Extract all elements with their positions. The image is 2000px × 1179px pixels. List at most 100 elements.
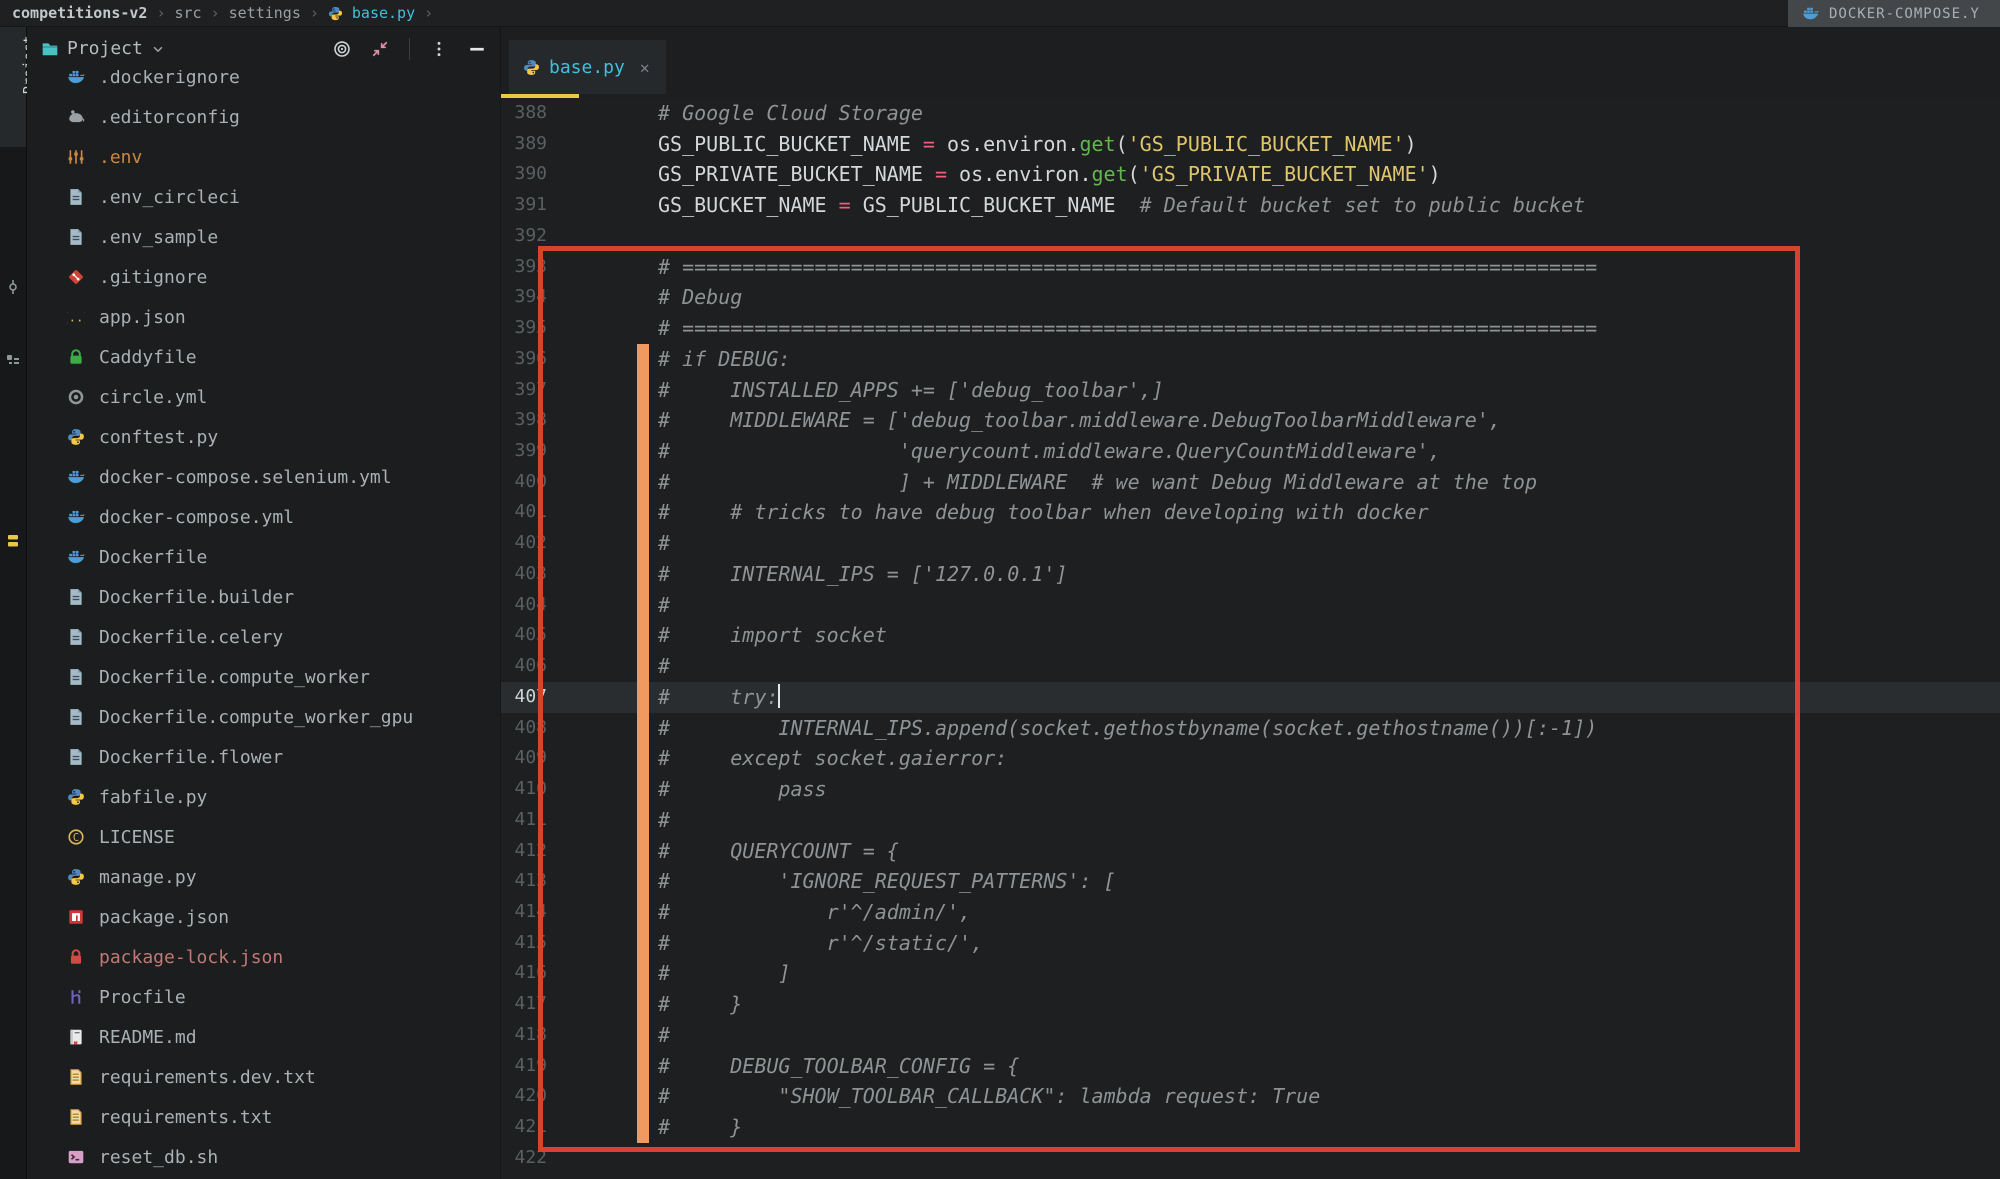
breadcrumb-item[interactable]: src [175,4,202,22]
tree-item--env[interactable]: .env [27,137,500,177]
tree-item-requirements-txt[interactable]: requirements.txt [27,1097,500,1137]
shell-icon [67,1148,85,1166]
code-line-421: 421# } [501,1112,2000,1143]
tree-item-package-lock-json[interactable]: package-lock.json [27,937,500,977]
code-text: # Google Cloud Storage [658,98,923,129]
stripe-item-structure[interactable]: Structure [0,407,26,527]
code-text: # QUERYCOUNT = { [658,836,899,867]
code-text: GS_PUBLIC_BUCKET_NAME = os.environ.get('… [658,129,1417,160]
tree-item-license[interactable]: CLICENSE [27,817,500,857]
code-line-402: 402# [501,528,2000,559]
tree-item-dockerfile[interactable]: Dockerfile [27,537,500,577]
tree-item-package-json[interactable]: package.json [27,897,500,937]
tree-item-app-json[interactable]: {..}app.json [27,297,500,337]
code-area[interactable]: 388# Google Cloud Storage389GS_PUBLIC_BU… [501,98,2000,1179]
breadcrumb-item[interactable]: base.py [352,4,415,22]
tree-item-label: docker-compose.yml [99,507,294,528]
code-line-393: 393# ===================================… [501,252,2000,283]
hide-panel-icon[interactable] [468,40,486,58]
docker-icon [67,548,85,566]
tree-item-dockerfile-celery[interactable]: Dockerfile.celery [27,617,500,657]
tree-item-manage-py[interactable]: manage.py [27,857,500,897]
textfile-icon [67,188,85,206]
textfile-icon [67,588,85,606]
locate-file-icon[interactable] [333,40,351,58]
code-line-388: 388# Google Cloud Storage [501,98,2000,129]
tree-item-dockerfile-compute-worker[interactable]: Dockerfile.compute_worker [27,657,500,697]
code-line-401: 401# # tricks to have debug toolbar when… [501,497,2000,528]
code-line-405: 405# import socket [501,620,2000,651]
docker-icon [67,468,85,486]
code-text: GS_PRIVATE_BUCKET_NAME = os.environ.get(… [658,159,1441,190]
header-divider [409,38,410,60]
breadcrumb-item[interactable]: competitions-v2 [12,4,147,22]
code-text: # "SHOW_TOOLBAR_CALLBACK": lambda reques… [658,1081,1320,1112]
code-line-397: 397# INSTALLED_APPS += ['debug_toolbar',… [501,375,2000,406]
line-number: 421 [501,1112,547,1143]
stripe-item-project[interactable]: Project [0,57,26,167]
line-number: 399 [501,436,547,467]
code-text: # MIDDLEWARE = ['debug_toolbar.middlewar… [658,405,1501,436]
code-text: # [658,590,670,621]
reqtxt-icon [67,1108,85,1126]
tree-item-label: Dockerfile [99,547,207,568]
code-line-417: 417 # } [501,989,2000,1020]
heroku-icon [67,988,85,1006]
code-line-389: 389GS_PUBLIC_BUCKET_NAME = os.environ.ge… [501,129,2000,160]
line-number: 400 [501,467,547,498]
close-tab-icon[interactable]: ✕ [640,58,650,77]
tree-item-conftest-py[interactable]: conftest.py [27,417,500,457]
line-number: 417 [501,989,547,1020]
bookmarks-icon[interactable] [5,533,21,549]
tree-item-circle-yml[interactable]: circle.yml [27,377,500,417]
more-options-icon[interactable] [430,40,448,58]
tree-item-label: LICENSE [99,827,175,848]
structure-icon[interactable] [5,353,21,369]
line-number: 394 [501,282,547,313]
textfile-icon [67,228,85,246]
breadcrumb-item[interactable]: settings [229,4,301,22]
code-text: # r'^/admin/', [658,897,971,928]
tree-item-fabfile-py[interactable]: fabfile.py [27,777,500,817]
python-icon [523,59,540,76]
tree-item-label: Dockerfile.compute_worker [99,667,370,688]
run-config-label: DOCKER-COMPOSE.Y [1829,6,1980,22]
code-text: # } [658,989,742,1020]
line-number: 416 [501,958,547,989]
tree-item-label: requirements.dev.txt [99,1067,316,1088]
tab-base-py[interactable]: base.py ✕ [509,40,666,94]
tree-item--editorconfig[interactable]: .editorconfig [27,97,500,137]
code-text: # except socket.gaierror: [658,743,1007,774]
line-number: 392 [501,221,547,252]
project-folder-icon [41,40,59,58]
tree-item-readme-md[interactable]: README.md [27,1017,500,1057]
tree-item-label: .editorconfig [99,107,240,128]
breadcrumb-separator: › [156,4,165,22]
tree-item-label: .gitignore [99,267,207,288]
tree-item-reset-db-sh[interactable]: reset_db.sh [27,1137,500,1177]
tree-item-label: docker-compose.selenium.yml [99,467,392,488]
tree-item--env-sample[interactable]: .env_sample [27,217,500,257]
reqtxt-icon [67,1068,85,1086]
commit-icon[interactable] [5,279,21,295]
collapse-all-icon[interactable] [371,40,389,58]
tree-item-label: package-lock.json [99,947,283,968]
breadcrumb-bar: competitions-v2›src›settings›base.py› [0,0,2000,27]
tree-item-caddyfile[interactable]: Caddyfile [27,337,500,377]
tree-item--gitignore[interactable]: .gitignore [27,257,500,297]
run-config-widget[interactable]: DOCKER-COMPOSE.Y [1788,0,2000,27]
tree-item-dockerfile-builder[interactable]: Dockerfile.builder [27,577,500,617]
tree-item-procfile[interactable]: Procfile [27,977,500,1017]
code-line-406: 406# [501,651,2000,682]
tree-item-requirements-dev-txt[interactable]: requirements.dev.txt [27,1057,500,1097]
chevron-down-icon[interactable] [151,42,165,56]
line-number: 401 [501,497,547,528]
tree-item-dockerfile-flower[interactable]: Dockerfile.flower [27,737,500,777]
tree-item-dockerfile-compute-worker-gpu[interactable]: Dockerfile.compute_worker_gpu [27,697,500,737]
code-text: # INTERNAL_IPS.append(socket.gethostbyna… [658,713,1597,744]
tree-item-docker-compose-selenium-yml[interactable]: docker-compose.selenium.yml [27,457,500,497]
code-text: # INTERNAL_IPS = ['127.0.0.1'] [658,559,1067,590]
tree-item--env-circleci[interactable]: .env_circleci [27,177,500,217]
tree-item-docker-compose-yml[interactable]: docker-compose.yml [27,497,500,537]
line-number: 422 [501,1143,547,1174]
